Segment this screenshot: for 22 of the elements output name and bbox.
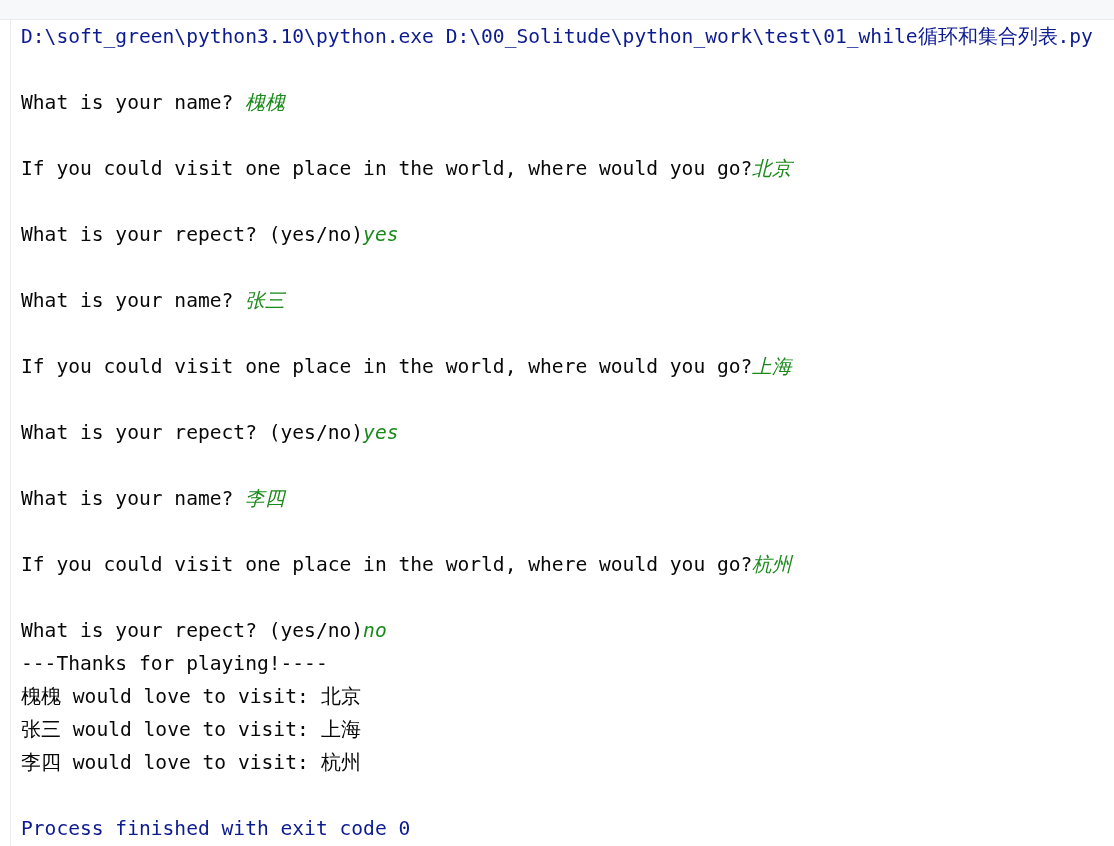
prompt-text: What is your name? [21, 91, 235, 114]
prompt-text: What is your name? [21, 487, 235, 510]
typed-answer-text: 上海 [752, 355, 793, 378]
command-line: D:\soft_green\python3.10\python.exe D:\00_Solitude\python_work\test\01_while循环和集合列表.py [21, 25, 1093, 48]
typed-answer-text: 李四 [245, 487, 286, 510]
prompt-text: What is your name? [21, 289, 235, 312]
output-line: ---Thanks for playing!---- [21, 652, 328, 675]
typed-answer-text: 槐槐 [245, 91, 286, 114]
output-line: 槐槐 would love to visit: 北京 [21, 685, 361, 708]
exit-message: Process finished with exit code 0 [21, 817, 411, 840]
typed-answer-text: yes [363, 421, 399, 444]
typed-answer-text: yes [363, 223, 399, 246]
typed-answer-text: 杭州 [752, 553, 793, 576]
output-line: 张三 would love to visit: 上海 [21, 718, 361, 741]
prompt-text: If you could visit one place in the world, where would you go? [21, 553, 753, 576]
typed-answer-text: 张三 [245, 289, 286, 312]
typed-answer-text: no [363, 619, 387, 642]
prompt-text: What is your repect? (yes/no) [21, 619, 364, 642]
prompt-text: If you could visit one place in the world, where would you go? [21, 157, 753, 180]
output-line: 李四 would love to visit: 杭州 [21, 751, 361, 774]
typed-answer-text: 北京 [752, 157, 793, 180]
prompt-text: If you could visit one place in the world, where would you go? [21, 355, 753, 378]
